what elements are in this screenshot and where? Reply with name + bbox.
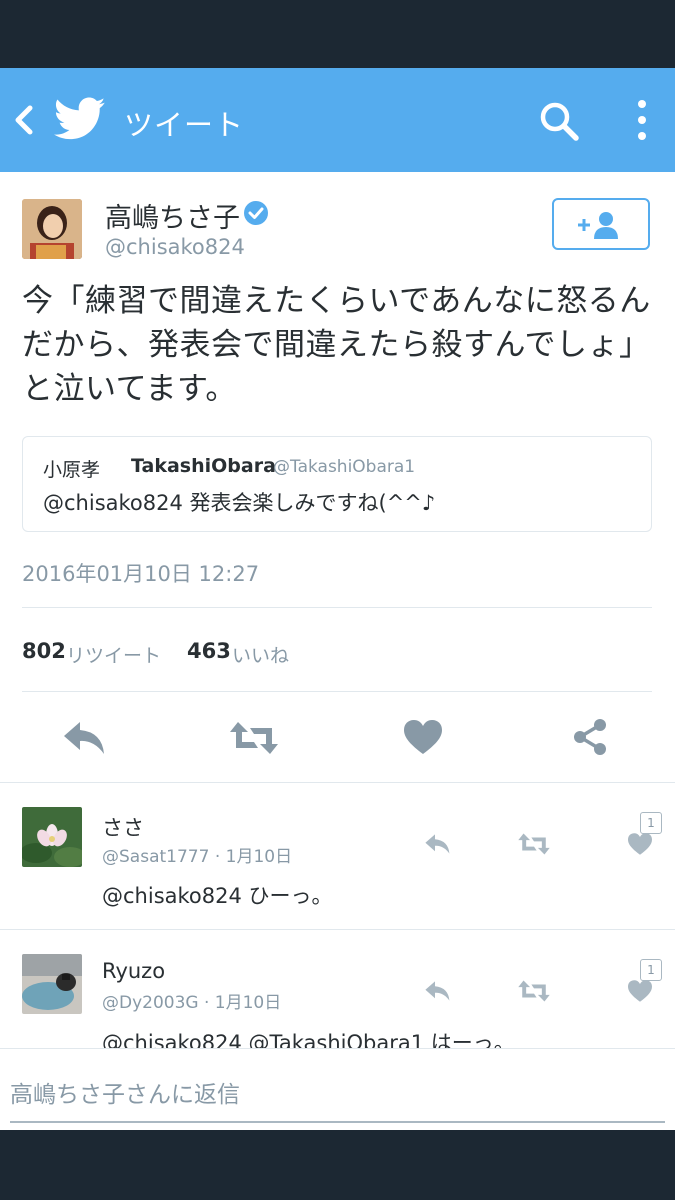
retweet-label[interactable]: リツイート — [66, 641, 161, 668]
page-title: ツイート — [124, 108, 245, 142]
follow-icon — [578, 212, 618, 239]
like-icon[interactable] — [627, 979, 653, 1003]
like-count-badge: 1 — [640, 959, 662, 981]
reply-avatar[interactable] — [22, 807, 82, 867]
author-avatar[interactable] — [22, 199, 82, 259]
reply-icon[interactable] — [423, 832, 453, 856]
retweet-icon[interactable] — [228, 720, 280, 756]
follow-button[interactable] — [552, 198, 650, 250]
tweet-timestamp: 2016年01月10日 12:27 — [22, 562, 260, 586]
quote-text: @chisako824 発表会楽しみですね(^^♪ — [43, 491, 436, 515]
retweet-count[interactable]: 802 — [22, 639, 66, 663]
reply-author-name[interactable]: Ryuzo — [102, 959, 165, 983]
retweet-icon[interactable] — [517, 979, 551, 1003]
reply-meta: @Dy2003G · 1月10日 — [102, 993, 282, 1013]
reply-icon[interactable] — [423, 979, 453, 1003]
share-icon[interactable] — [570, 717, 610, 757]
reply-meta: @Sasat1777 · 1月10日 — [102, 847, 293, 867]
divider — [0, 929, 675, 930]
tweet-detail: 高嶋ちさ子 @chisako824 今「練習で間違えたくらいであんなに怒るんだか… — [0, 172, 675, 1130]
twitter-bird-icon — [54, 97, 106, 140]
quote-handle: @TakashiObara1 — [273, 457, 416, 477]
reply-author-name[interactable]: ささ — [102, 812, 144, 842]
divider — [0, 782, 675, 783]
reply-avatar[interactable] — [22, 954, 82, 1014]
reply-text: @chisako824 ひーっ。 — [102, 884, 333, 908]
divider — [22, 691, 652, 692]
search-icon[interactable] — [538, 100, 580, 142]
verified-icon — [244, 201, 268, 225]
divider — [22, 607, 652, 608]
more-vert-icon[interactable] — [630, 98, 654, 142]
quote-author-name: 小原孝 — [43, 459, 101, 481]
like-icon[interactable] — [627, 832, 653, 856]
like-label[interactable]: いいね — [232, 641, 289, 668]
tweet-text: 今「練習で間違えたくらいであんなに怒るんだから、発表会で間違えたら殺すんでしょ」… — [22, 283, 651, 407]
app-bar: ツイート — [0, 68, 675, 172]
like-count[interactable]: 463 — [187, 639, 231, 663]
reply-composer[interactable]: 高嶋ちさ子さんに返信 — [0, 1048, 675, 1130]
author-name[interactable]: 高嶋ちさ子 — [105, 196, 240, 235]
like-icon[interactable] — [403, 718, 443, 756]
reply-icon[interactable] — [62, 718, 108, 758]
back-icon[interactable] — [12, 102, 36, 138]
reply-input[interactable]: 高嶋ちさ子さんに返信 — [10, 1075, 240, 1109]
status-bar-area — [0, 0, 675, 68]
quote-screen-name: TakashiObara — [131, 455, 276, 477]
input-underline — [10, 1121, 665, 1123]
like-count-badge: 1 — [640, 812, 662, 834]
quoted-tweet[interactable]: 小原孝 TakashiObara @TakashiObara1 @chisako… — [22, 436, 652, 532]
retweet-icon[interactable] — [517, 832, 551, 856]
author-handle[interactable]: @chisako824 — [105, 235, 245, 259]
